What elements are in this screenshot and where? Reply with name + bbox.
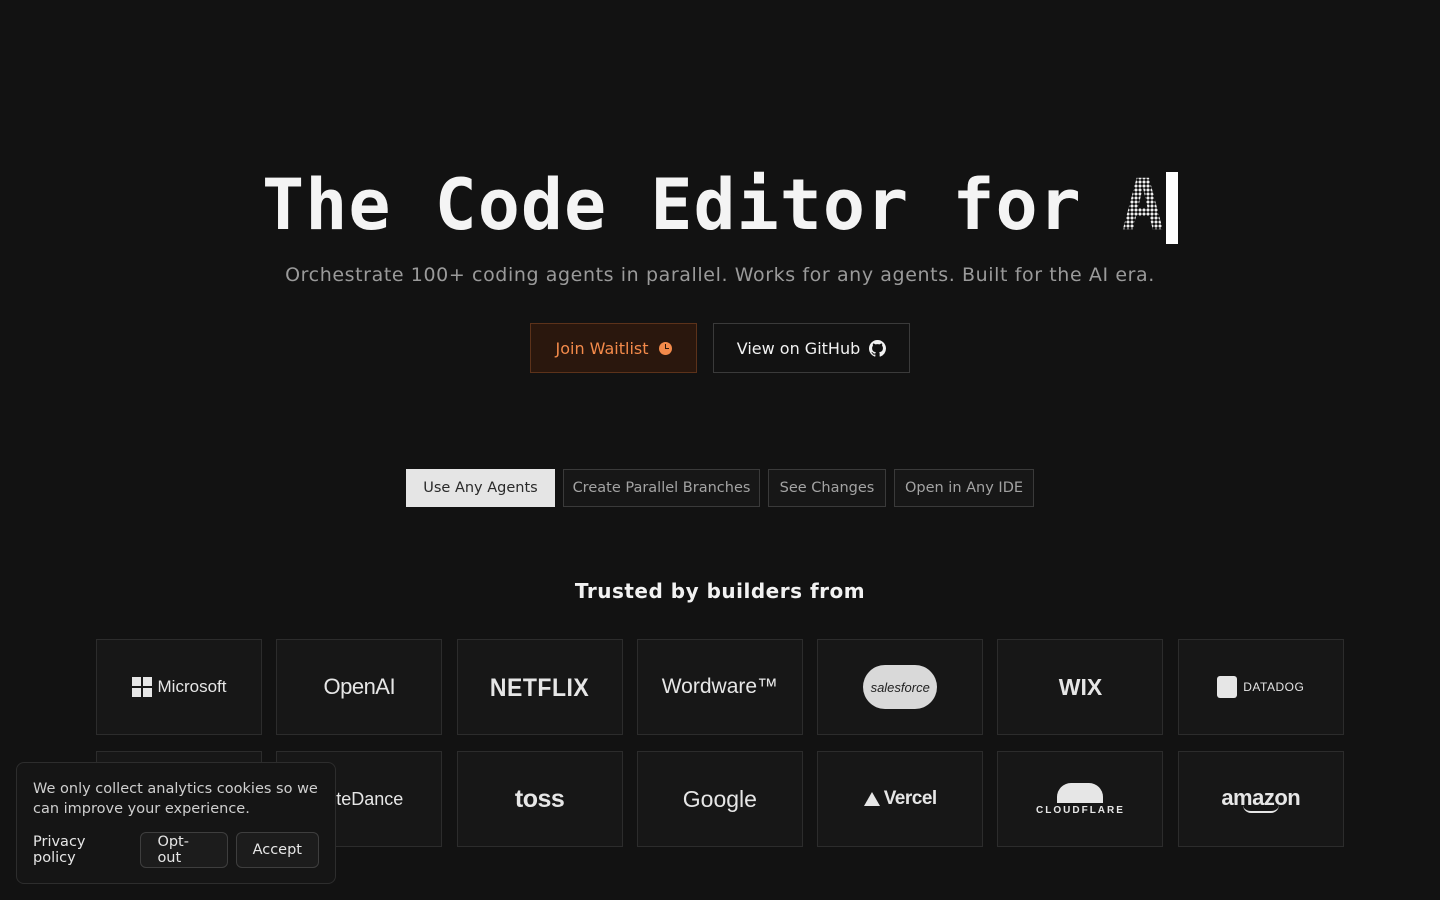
logo-wordware: Wordware™ (636, 639, 803, 735)
join-waitlist-button[interactable]: Join Waitlist (530, 323, 697, 373)
logo-salesforce: salesforce (817, 639, 984, 735)
logo-label: Wordware™ (661, 675, 779, 698)
tab-use-any-agents[interactable]: Use Any Agents (406, 469, 555, 507)
logo-label: salesforce (870, 679, 930, 695)
hero-subtitle: Orchestrate 100+ coding agents in parall… (285, 264, 1155, 286)
logo-netflix: NETFLIX (456, 639, 623, 735)
cookie-actions: Privacy policy Opt-out Accept (33, 832, 319, 868)
trusted-heading: Trusted by builders from (574, 579, 866, 603)
logo-openai: OpenAI (276, 639, 443, 735)
cta-row: Join Waitlist View on GitHub (0, 323, 1440, 373)
cookie-banner: We only collect analytics cookies so we … (16, 762, 336, 884)
tab-see-changes[interactable]: See Changes (768, 469, 886, 507)
cloudflare-cloud-icon (1057, 782, 1104, 803)
logo-toss: toss (456, 751, 623, 847)
amazon-smile-icon (1242, 805, 1279, 813)
hero-title: The Code Editor for A (0, 160, 1440, 250)
logo-label: NETFLIX (489, 672, 590, 701)
logo-cloudflare: CLOUDFLARE (997, 751, 1164, 847)
logo-label: Vercel (883, 788, 938, 809)
hero-heading-accent: A (1122, 160, 1164, 250)
logo-label: Microsoft (157, 677, 227, 696)
logo-wix: WIX (997, 639, 1164, 735)
tab-create-parallel-branches[interactable]: Create Parallel Branches (563, 469, 760, 507)
feature-tabs: Use Any Agents Create Parallel Branches … (0, 469, 1440, 507)
hero-heading: The Code Editor for (262, 164, 1082, 246)
logo-label: OpenAI (323, 674, 396, 699)
logo-google: Google (636, 751, 803, 847)
logo-label: DATADOG (1243, 680, 1305, 694)
logo-microsoft: Microsoft (96, 639, 262, 735)
logo-datadog: DATADOG (1177, 639, 1344, 735)
logo-label: Google (682, 785, 757, 812)
tab-open-in-any-ide[interactable]: Open in Any IDE (894, 469, 1034, 507)
view-on-github-button[interactable]: View on GitHub (713, 323, 910, 373)
logo-vercel: Vercel (817, 751, 984, 847)
vercel-triangle-icon (863, 792, 880, 806)
logo-label: toss (514, 784, 565, 813)
join-waitlist-label: Join Waitlist (555, 338, 649, 358)
logo-amazon: amazon (1177, 751, 1344, 847)
logo-label: WIX (1058, 673, 1103, 700)
microsoft-icon (131, 677, 152, 697)
view-on-github-label: View on GitHub (736, 338, 861, 358)
github-icon (869, 339, 887, 357)
typing-cursor (1165, 172, 1178, 244)
accept-button[interactable]: Accept (235, 832, 319, 868)
datadog-icon (1217, 676, 1238, 698)
clock-icon (658, 341, 672, 355)
privacy-policy-link[interactable]: Privacy policy (33, 834, 128, 866)
logo-label: CLOUDFLARE (1036, 804, 1125, 816)
opt-out-button[interactable]: Opt-out (140, 832, 228, 868)
cookie-message: We only collect analytics cookies so we … (33, 781, 318, 817)
salesforce-cloud-icon: salesforce (863, 665, 938, 709)
